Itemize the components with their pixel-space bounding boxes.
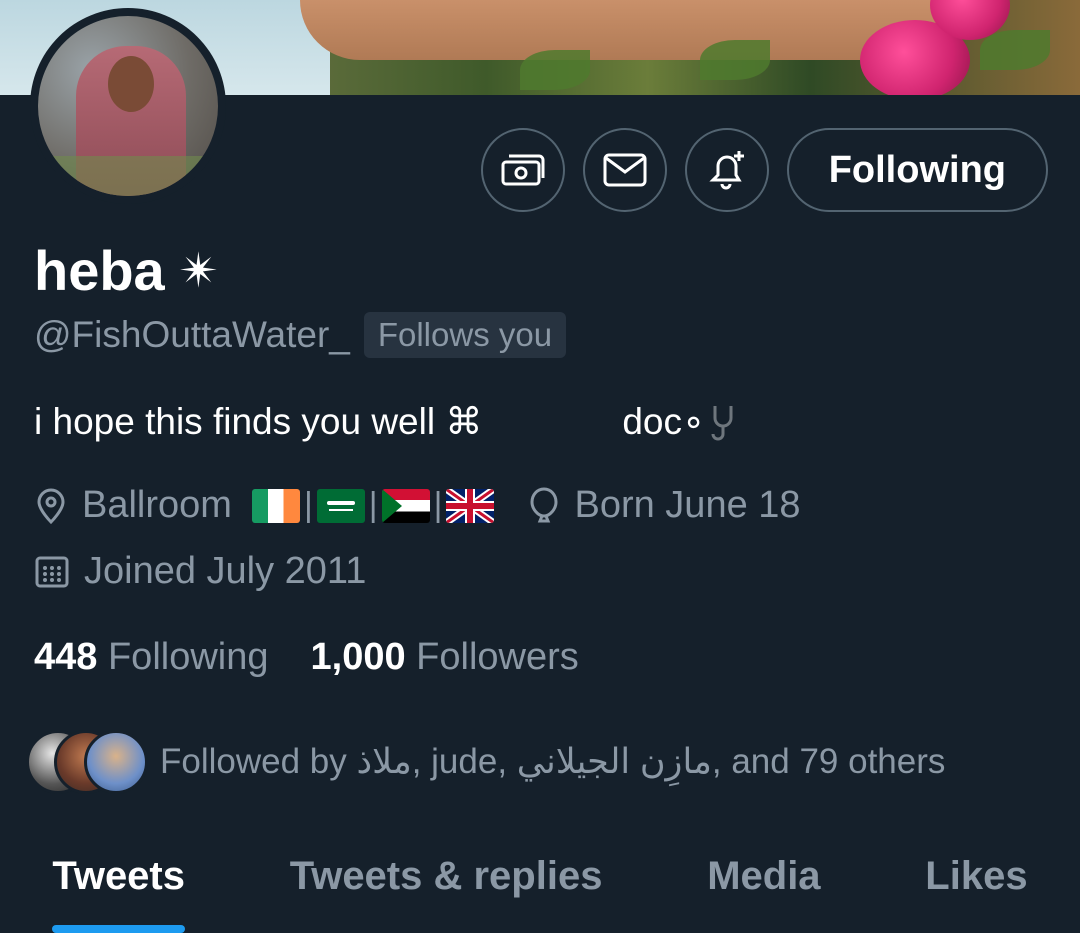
flag-separator: | [303,486,313,524]
stethoscope-icon [711,405,733,440]
tip-button[interactable] [480,128,565,212]
uk-flag-icon [446,488,495,523]
location-text: Ballroom [82,484,232,526]
profile-tabs: Tweets Tweets & replies Media Likes [0,848,1080,933]
following-stat[interactable]: 448 Following [34,636,269,679]
profile-actions: Following [480,128,1048,212]
mutual-avatars [26,730,148,794]
bio-text: i hope this finds you well ⌘ [34,401,483,442]
tab-likes[interactable]: Likes [925,848,1027,933]
flag-separator: | [368,486,378,524]
profile-meta-joined-row: Joined July 2011 [34,550,400,593]
tab-label: Likes [925,854,1028,898]
balloon-icon [530,486,558,522]
following-button[interactable]: Following [786,128,1048,212]
handle-row: @FishOuttaWater_ Follows you [34,312,567,358]
bio-tail: doc∘ [622,401,706,442]
bio: i hope this finds you well ⌘ doc∘ [34,400,739,443]
envelope-icon [603,153,647,187]
joined-date: Joined July 2011 [34,550,366,593]
active-tab-indicator [52,925,185,933]
location-flags: | | | [251,486,495,525]
banner-arm [300,0,940,60]
notify-button[interactable] [684,128,769,212]
ireland-flag-icon [251,488,300,523]
followed-by-text: Followed by ملاذ, jude, مازِن الجيلاني, … [160,742,946,781]
birthday-text: Born June 18 [574,484,801,526]
sudan-flag-icon [381,488,430,523]
follows-you-badge: Follows you [363,312,567,358]
tab-label: Media [707,854,821,898]
following-count: 448 [34,636,98,678]
followed-by[interactable]: Followed by ملاذ, jude, مازِن الجيلاني, … [26,730,945,794]
bell-plus-icon [709,151,744,190]
flag-separator: | [433,486,443,524]
follow-stats: 448 Following 1,000 Followers [34,636,579,679]
followers-label: Followers [416,636,579,678]
calendar-icon [35,556,69,587]
following-label: Following [107,636,269,678]
avatar-image [38,16,218,196]
profile-meta-location-row: Ballroom | | | Born June 18 [34,484,835,527]
followers-stat[interactable]: 1,000 Followers [311,636,579,679]
tab-tweets-replies[interactable]: Tweets & replies [290,848,603,933]
tab-tweets[interactable]: Tweets [52,848,185,933]
followers-count: 1,000 [310,636,406,678]
banner-leaf [520,50,590,90]
avatar-face [108,56,154,112]
sparkle-icon: ✴ [178,244,219,298]
money-icon [501,154,545,186]
banner-leaf [980,30,1050,70]
birthday: Born June 18 [528,484,801,527]
tab-label: Tweets & replies [289,854,603,898]
banner-leaf [700,40,770,80]
tab-label: Tweets [52,854,185,898]
display-name: heba [34,239,165,302]
joined-text: Joined July 2011 [84,550,367,592]
avatar[interactable] [30,8,226,204]
location-pin-icon [37,488,65,524]
name-row: heba ✴ [34,238,219,303]
tab-media[interactable]: Media [707,848,820,933]
message-button[interactable] [582,128,667,212]
saudi-flag-icon [316,488,365,523]
location: Ballroom | | | [34,484,495,527]
avatar [84,730,148,794]
user-handle: @FishOuttaWater_ [34,314,350,355]
avatar-grass [38,156,218,196]
